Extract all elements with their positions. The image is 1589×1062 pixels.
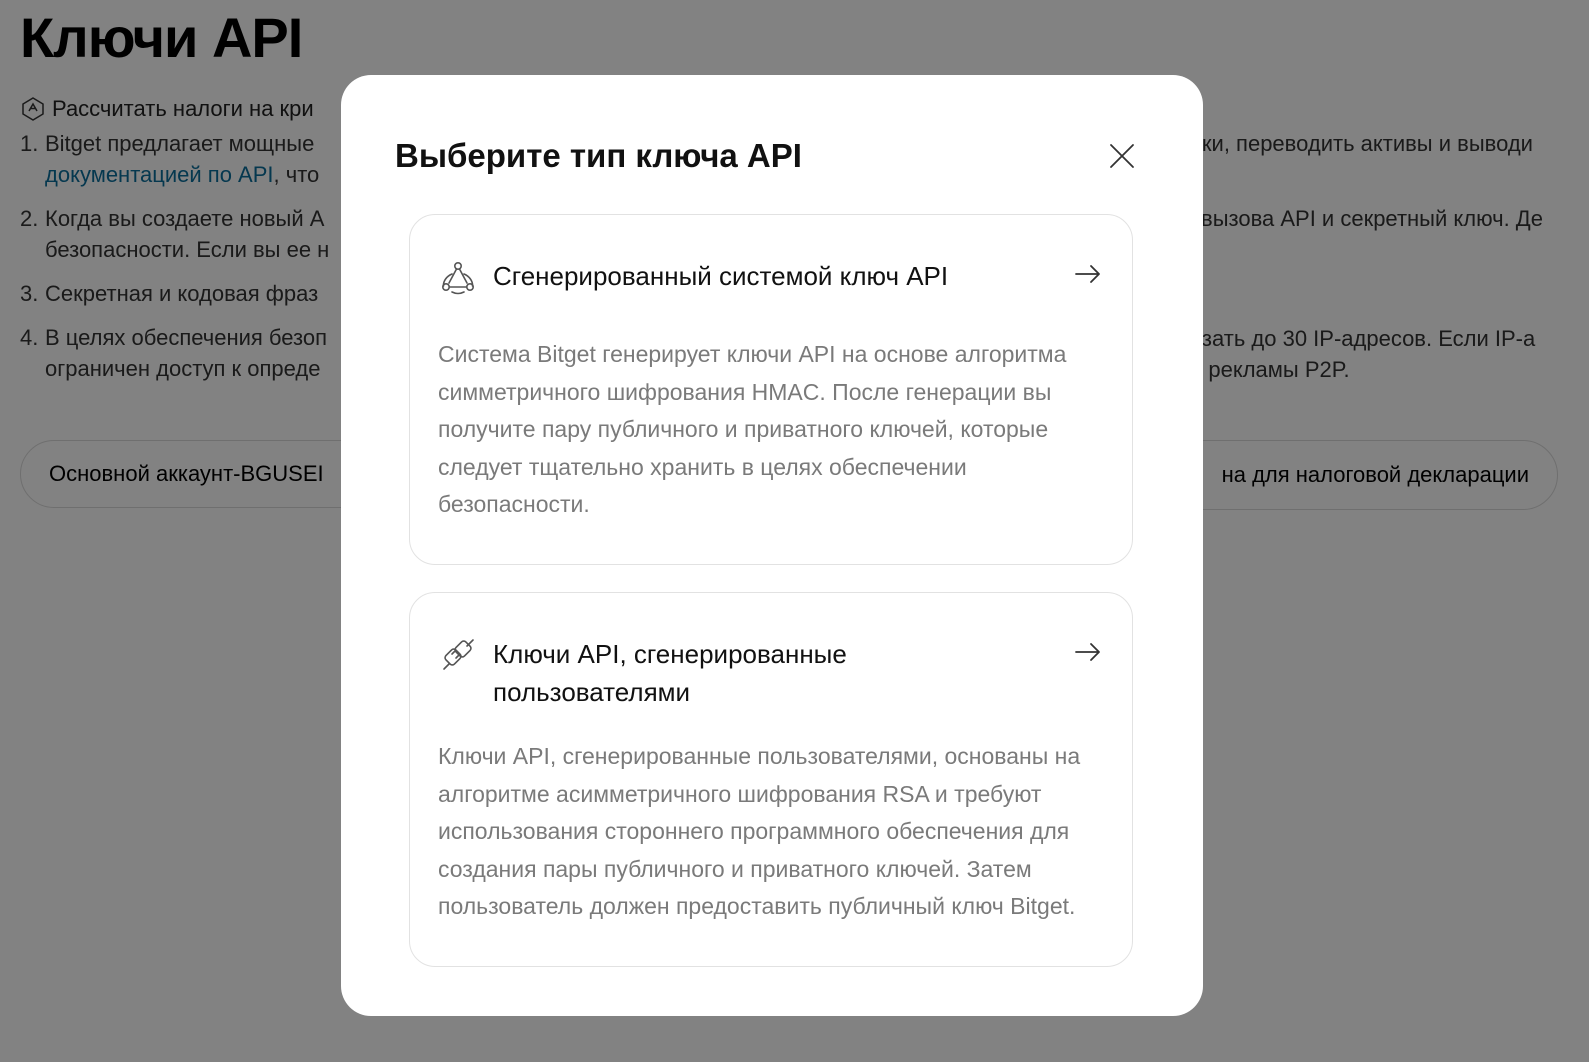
option-description: Ключи API, сгенерированные пользователям… bbox=[438, 743, 1081, 919]
option-user-generated-key[interactable]: Ключи API, сгенерированные пользователям… bbox=[409, 592, 1133, 967]
close-icon bbox=[1110, 144, 1134, 168]
arrow-right-icon bbox=[1075, 643, 1100, 661]
close-button[interactable] bbox=[1105, 139, 1139, 173]
option-title: Ключи API, сгенерированные пользователям… bbox=[493, 639, 847, 707]
plug-icon bbox=[443, 639, 474, 670]
option-description: Система Bitget генерирует ключи API на о… bbox=[438, 341, 1067, 517]
api-key-type-modal: Выберите тип ключа API Сгенерированный с… bbox=[341, 75, 1203, 1016]
modal-title: Выберите тип ключа API bbox=[395, 137, 802, 174]
arrow-right-icon bbox=[1075, 265, 1100, 283]
webhook-icon bbox=[442, 262, 474, 295]
option-system-generated-key[interactable]: Сгенерированный системой ключ API Систем… bbox=[409, 214, 1133, 565]
option-title: Сгенерированный системой ключ API bbox=[493, 261, 949, 291]
